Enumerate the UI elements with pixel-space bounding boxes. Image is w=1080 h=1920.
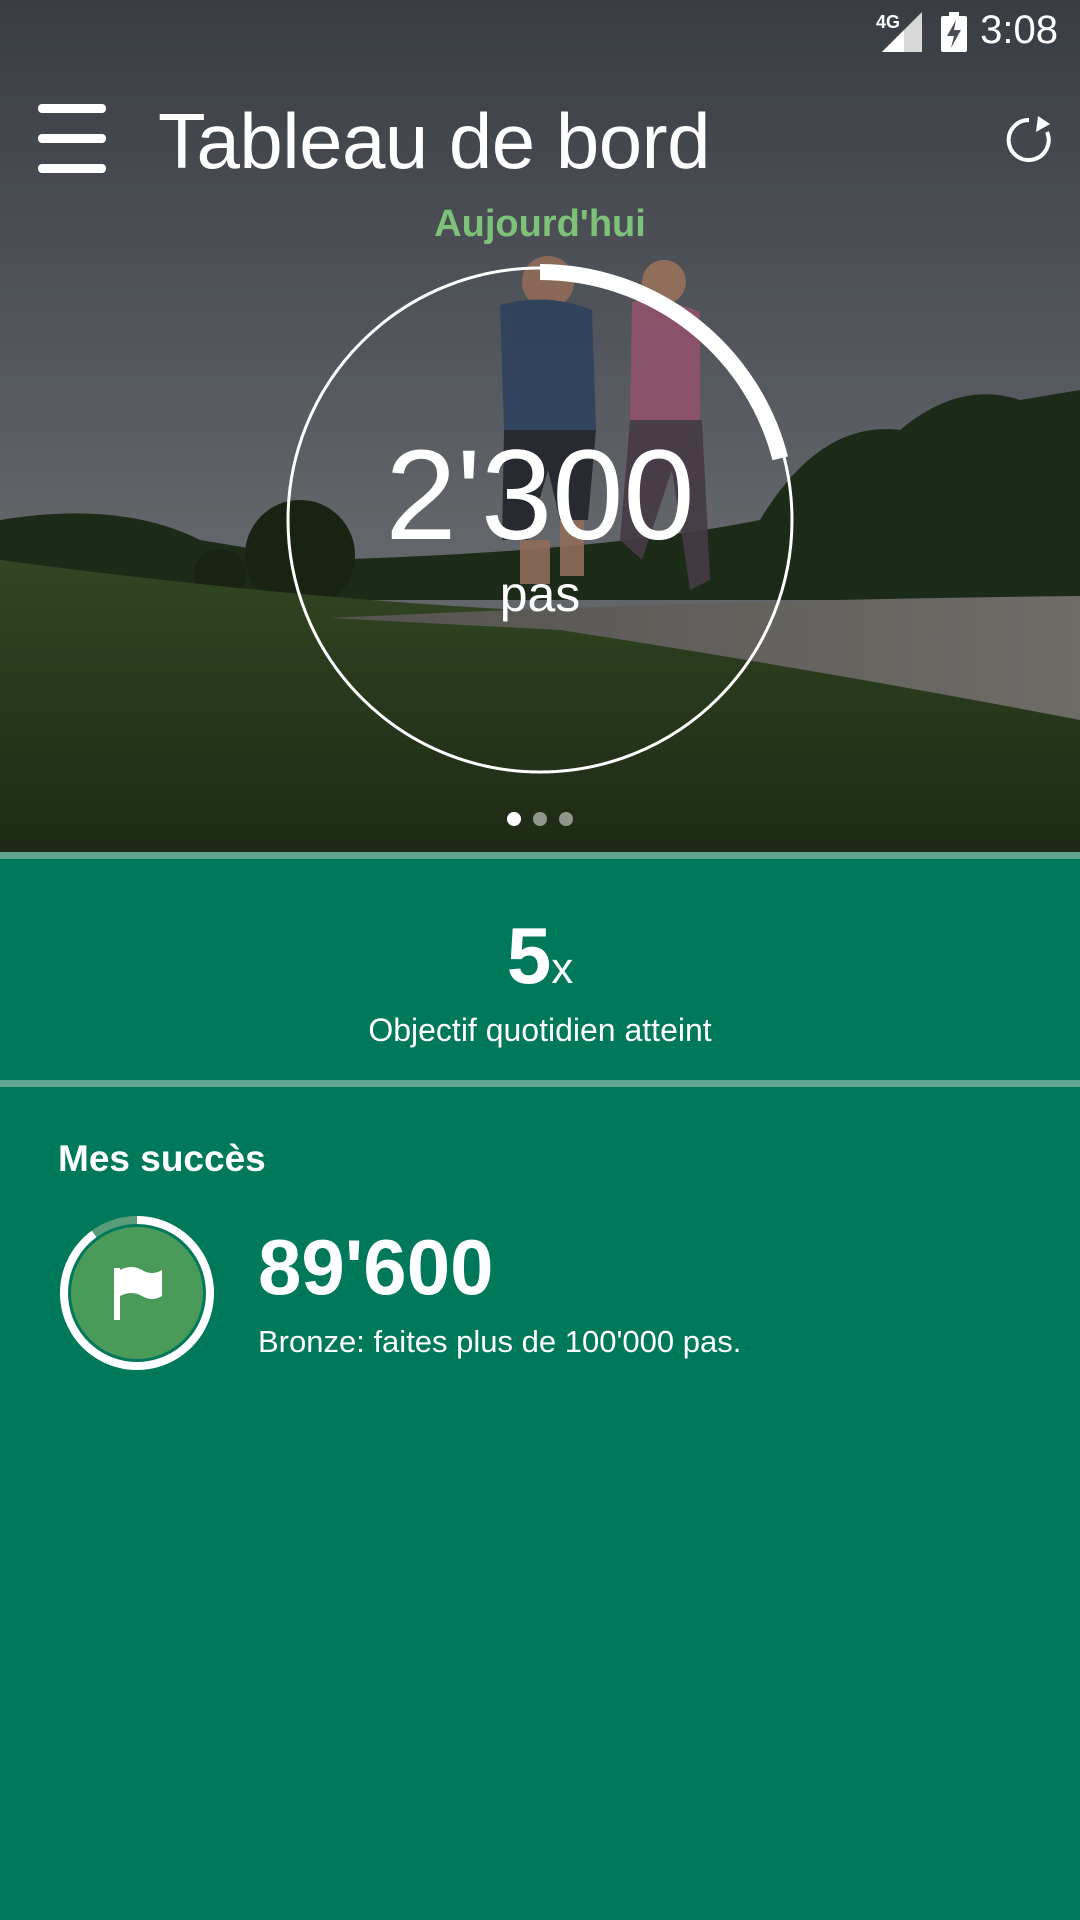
achievement-description: Bronze: faites plus de 100'000 pas. xyxy=(258,1324,742,1359)
refresh-icon[interactable] xyxy=(1002,112,1056,166)
daily-goal-count: 5x xyxy=(0,916,1080,996)
daily-goal-suffix: x xyxy=(551,944,574,993)
achievements-heading: Mes succès xyxy=(58,1138,266,1179)
steps-unit: pas xyxy=(499,566,581,622)
status-bar: 4G 3:08 xyxy=(0,0,1080,64)
battery-charging-icon xyxy=(941,12,967,52)
dashboard-hero: 4G 3:08 Tableau de bord Aujourd'hui 2'30… xyxy=(0,0,1080,852)
page-dot-3[interactable] xyxy=(559,812,573,826)
page-title: Tableau de bord xyxy=(158,97,710,185)
period-label: Aujourd'hui xyxy=(434,203,646,245)
signal-icon xyxy=(882,12,922,52)
page-dot-1[interactable] xyxy=(507,812,521,826)
divider xyxy=(0,1080,1080,1087)
divider xyxy=(0,852,1080,859)
status-time: 3:08 xyxy=(980,8,1058,52)
page-indicator xyxy=(0,812,1080,826)
hamburger-menu-icon[interactable] xyxy=(36,104,108,174)
achievement-badge[interactable] xyxy=(58,1214,216,1372)
daily-goal-number: 5 xyxy=(506,911,552,1000)
page-dot-2[interactable] xyxy=(533,812,547,826)
steps-count: 2'300 xyxy=(385,424,695,567)
achievement-value: 89'600 xyxy=(258,1223,494,1311)
daily-goal-label: Objectif quotidien atteint xyxy=(368,1012,712,1048)
